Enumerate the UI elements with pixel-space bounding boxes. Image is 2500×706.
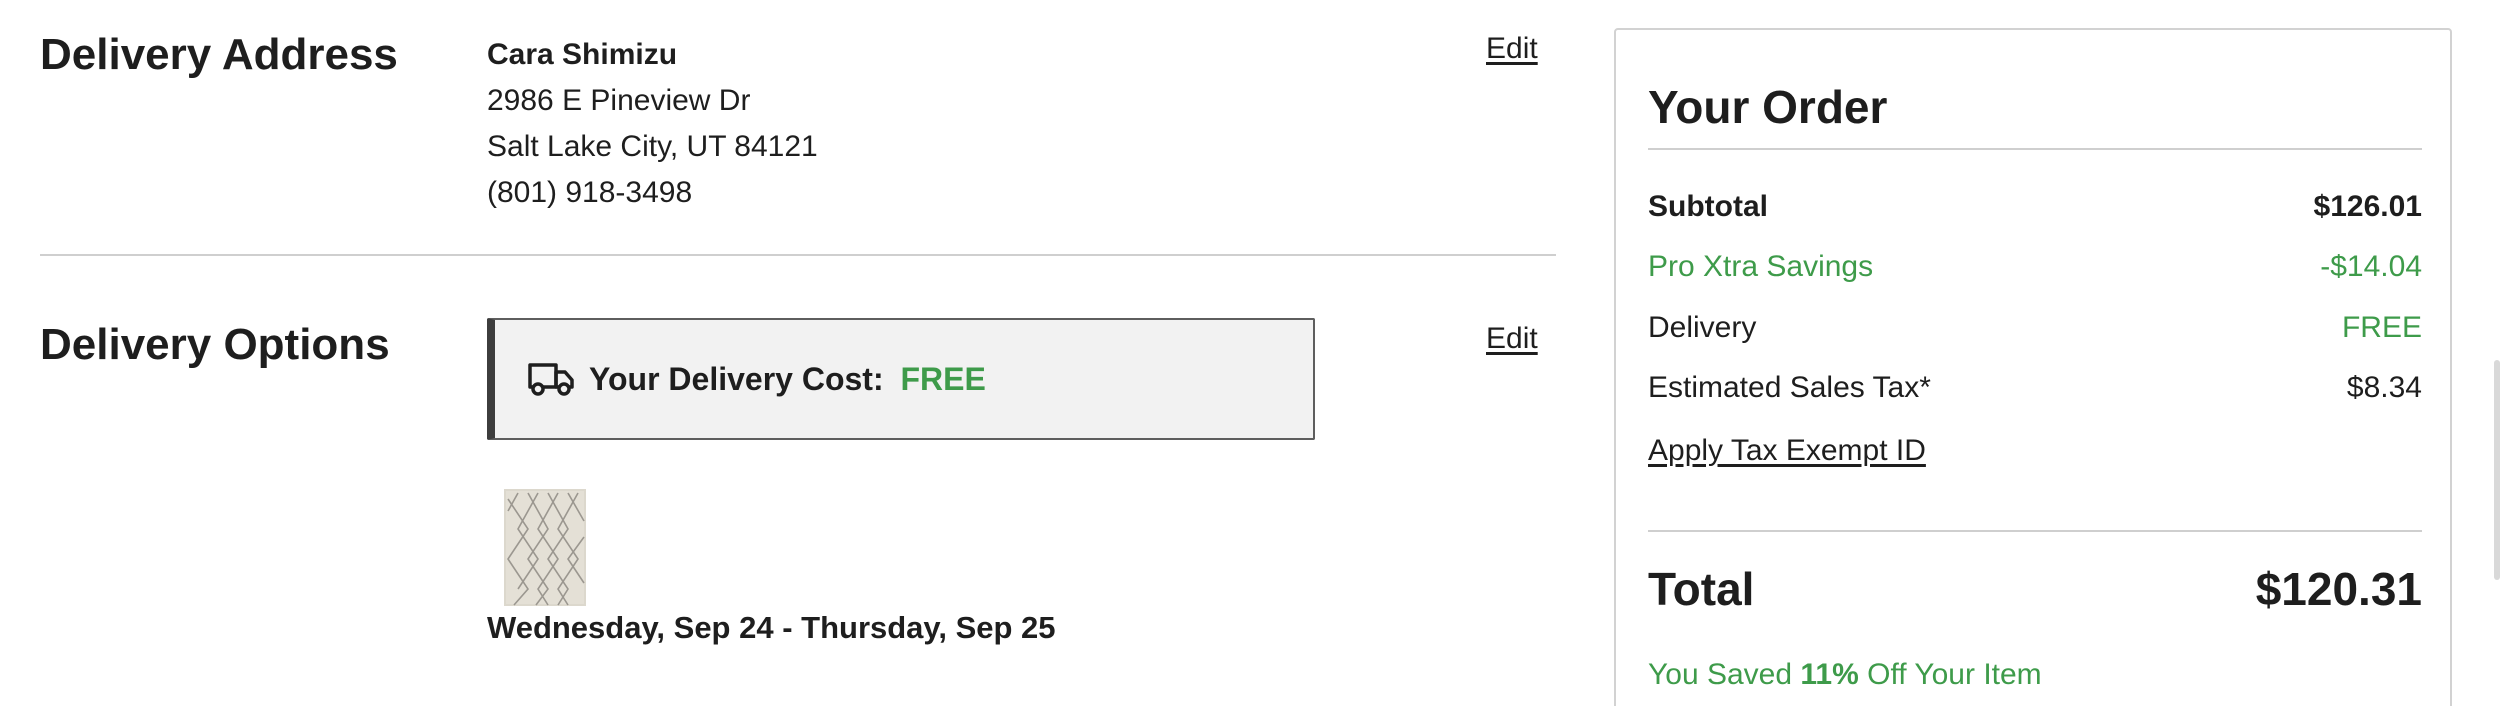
saved-prefix: You Saved: [1648, 658, 1793, 691]
subtotal-row: Subtotal $126.01: [1648, 190, 2422, 224]
subtotal-label: Subtotal: [1648, 190, 1768, 223]
order-summary-card: Your Order Subtotal $126.01 Pro Xtra Sav…: [1614, 28, 2452, 706]
delivery-cost-value: FREE: [900, 360, 986, 397]
total-value: $120.31: [2255, 563, 2422, 615]
delivery-fee-label: Delivery: [1648, 311, 1757, 344]
edit-delivery-options-link[interactable]: Edit: [1486, 322, 1538, 356]
recipient-name: Cara Shimizu: [487, 38, 678, 71]
pro-xtra-savings-row: Pro Xtra Savings -$14.04: [1648, 250, 2422, 284]
summary-divider-top: [1648, 148, 2422, 150]
saved-suffix: Off Your Item: [1867, 658, 2042, 691]
delivery-cost-banner: Your Delivery Cost: FREE: [487, 318, 1315, 440]
delivery-window: Wednesday, Sep 24 - Thursday, Sep 25: [487, 610, 1056, 645]
summary-divider-bottom: [1648, 530, 2422, 532]
truck-icon: [527, 361, 575, 397]
delivery-cost-label: Your Delivery Cost:: [589, 360, 884, 397]
sales-tax-row: Estimated Sales Tax* $8.34: [1648, 371, 2422, 405]
sales-tax-label: Estimated Sales Tax*: [1648, 371, 1931, 404]
page-scrollbar[interactable]: [2494, 360, 2500, 580]
saved-percent: 11%: [1800, 658, 1859, 691]
rug-thumbnail: [504, 489, 586, 606]
edit-delivery-address-link[interactable]: Edit: [1486, 32, 1538, 66]
delivery-fee-row: Delivery FREE: [1648, 311, 2422, 345]
subtotal-value: $126.01: [2313, 190, 2422, 223]
street-address: 2986 E Pineview Dr: [487, 84, 751, 117]
savings-summary: You Saved 11% Off Your Item: [1648, 658, 2042, 692]
pro-xtra-savings-label: Pro Xtra Savings: [1648, 250, 1874, 283]
sales-tax-value: $8.34: [2346, 371, 2422, 404]
total-label: Total: [1648, 563, 1755, 615]
apply-tax-exempt-link[interactable]: Apply Tax Exempt ID: [1648, 434, 1926, 468]
order-summary-title: Your Order: [1648, 81, 1888, 133]
delivery-options-title: Delivery Options: [40, 320, 390, 369]
section-divider: [40, 254, 1556, 256]
delivery-fee-value: FREE: [2341, 311, 2422, 344]
order-total-row: Total $120.31: [1648, 562, 2422, 616]
delivery-address-title: Delivery Address: [40, 30, 398, 79]
phone-number: (801) 918-3498: [487, 176, 693, 209]
delivery-address-block: Cara Shimizu 2986 E Pineview Dr Salt Lak…: [487, 32, 818, 216]
pro-xtra-savings-value: -$14.04: [2320, 250, 2422, 283]
checkout-review-page: Delivery Address Cara Shimizu 2986 E Pin…: [0, 0, 2500, 706]
city-state-zip: Salt Lake City, UT 84121: [487, 130, 818, 163]
